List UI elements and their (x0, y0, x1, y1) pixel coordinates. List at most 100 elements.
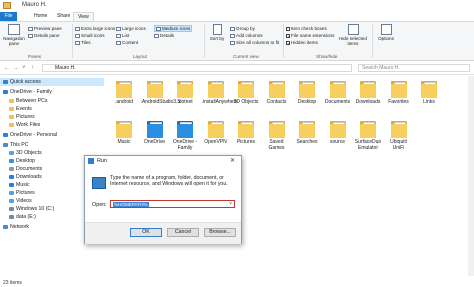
chevron-down-icon[interactable]: ˅ (229, 201, 232, 207)
folder-icon (116, 80, 132, 98)
navigation-pane-button[interactable]: Navigation pane (3, 24, 25, 46)
nav-item-label: Between PCs (16, 98, 48, 104)
folder-icon (9, 122, 14, 127)
run-dialog: Run ✕ Type the name of a program, folder… (84, 155, 242, 244)
file-item-label: Downloads (355, 99, 381, 105)
ok-button[interactable]: OK (130, 228, 162, 237)
address-bar[interactable]: Mauro H. (42, 64, 352, 72)
nav-item-label: Downloads (16, 174, 42, 180)
recent-locations-chevron-icon[interactable]: ˅ (22, 65, 26, 71)
file-item-label: SurfaceDuo Emulator (354, 139, 382, 151)
nav-item[interactable]: Between PCs (0, 97, 104, 105)
content-option[interactable]: Content (116, 40, 138, 45)
tab-file[interactable]: File (0, 12, 17, 21)
file-item[interactable]: Ubiquiti UniFi (385, 120, 413, 151)
add-columns-button[interactable]: Add columns (230, 33, 263, 38)
folder-icon (238, 120, 254, 138)
size-all-columns-button[interactable]: Size all columns to fit (230, 40, 279, 45)
nav-item[interactable]: Events (0, 105, 104, 113)
list-icon (116, 33, 121, 38)
file-item-label: OpenVPN (204, 139, 227, 145)
nav-item-label: This PC (10, 142, 29, 148)
file-item-label: Desktop (297, 99, 317, 105)
file-item[interactable]: 3D Objects (232, 80, 260, 106)
browse-button[interactable]: Browse... (204, 228, 236, 237)
nav-item[interactable]: Pictures (0, 113, 104, 121)
tab-share[interactable]: Share (53, 12, 74, 21)
cancel-button[interactable]: Cancel (167, 228, 199, 237)
extra-large-icons-icon (75, 26, 80, 31)
file-item[interactable]: SurfaceDuo Emulator (354, 120, 382, 151)
tiles-option[interactable]: Tiles (75, 40, 91, 45)
hide-selected-items-button[interactable]: Hide selected items (336, 24, 370, 46)
file-item[interactable]: OpenVPN (202, 120, 230, 146)
group-layout-label: Layout (133, 54, 147, 59)
content-icon (116, 40, 121, 45)
forward-arrow-icon[interactable]: → (13, 65, 19, 71)
file-item[interactable]: .AndroidStudio3.5 (141, 80, 180, 106)
file-item-label: Saved Games (268, 139, 285, 151)
item-check-boxes-toggle[interactable]: Item check boxes (286, 26, 327, 31)
search-input[interactable]: Search Mauro H. (358, 64, 470, 72)
sort-by-button[interactable]: Sort by (207, 24, 227, 41)
nav-item-label: Desktop (16, 158, 36, 164)
file-name-extensions-toggle[interactable]: ✓File name extensions (286, 33, 334, 38)
nav-item[interactable]: Quick access (0, 78, 104, 86)
folder-icon (329, 80, 346, 98)
small-icons-option[interactable]: Small icons (75, 33, 105, 38)
nav-item-label: OneDrive - Personal (10, 132, 57, 138)
file-item[interactable]: Favorites (385, 80, 413, 106)
up-arrow-icon[interactable]: ↑ (31, 65, 34, 71)
folder-icon (116, 120, 132, 138)
file-item[interactable]: Documents (324, 80, 352, 106)
file-item[interactable]: OneDrive (141, 120, 169, 146)
file-item[interactable]: Desktop (293, 80, 321, 106)
back-arrow-icon[interactable]: ← (4, 65, 10, 71)
nav-item-label: Work Files (16, 122, 41, 128)
nav-item[interactable]: Work Files (0, 121, 104, 129)
nav-item[interactable]: This PC (0, 141, 104, 149)
file-item[interactable]: Downloads (354, 80, 382, 106)
file-item[interactable]: Contacts (263, 80, 291, 106)
nav-item-label: Videos (16, 198, 32, 204)
preview-pane-icon (28, 26, 33, 31)
file-item[interactable]: OneDrive - Family (171, 120, 199, 151)
file-item[interactable]: Saved Games (263, 120, 291, 151)
address-bar-row: ← → ˅ ↑ Mauro H. Search Mauro H. (0, 63, 474, 75)
open-input[interactable]: %HOMEPATH% ˅ (110, 200, 235, 208)
close-icon[interactable]: ✕ (230, 157, 235, 164)
file-item[interactable]: Links (415, 80, 443, 106)
file-item[interactable]: Music (110, 120, 138, 146)
file-item[interactable]: Pictures (232, 120, 260, 146)
file-item[interactable]: source (324, 120, 352, 146)
medium-icons-option[interactable]: Medium icons (154, 25, 193, 32)
tab-view[interactable]: View (73, 12, 94, 21)
sort-icon (212, 24, 222, 35)
list-option[interactable]: List (116, 33, 129, 38)
extra-large-icons-option[interactable]: Extra large icons (75, 26, 115, 31)
file-item[interactable]: .android (110, 80, 138, 106)
nav-item[interactable]: OneDrive - Family (0, 88, 104, 96)
file-item-label: OneDrive - Family (172, 139, 198, 151)
group-by-button[interactable]: Group by (230, 26, 255, 31)
file-item[interactable]: .dotnet (171, 80, 199, 106)
details-pane-icon (28, 33, 33, 38)
tab-home[interactable]: Home (30, 12, 51, 21)
vertical-scrollbar[interactable] (468, 76, 474, 276)
hidden-items-toggle[interactable]: ✓Hidden items (286, 40, 318, 45)
file-item[interactable]: Searches (293, 120, 321, 146)
file-item[interactable]: .installAnywhere (202, 80, 238, 106)
details-option[interactable]: Details (154, 33, 174, 38)
run-program-icon (92, 177, 106, 189)
preview-pane-button[interactable]: Preview pane (28, 26, 62, 31)
large-icons-option[interactable]: Large icons (116, 26, 146, 31)
folder-icon (9, 182, 14, 187)
nav-item[interactable]: OneDrive - Personal (0, 131, 104, 139)
folder-icon (3, 224, 8, 229)
folder-icon (390, 80, 407, 98)
folder-icon (390, 120, 407, 138)
details-pane-button[interactable]: Details pane (28, 33, 60, 38)
file-item-label: 3D Objects (233, 99, 259, 105)
folder-icon (3, 79, 8, 84)
options-button[interactable]: Options (377, 24, 395, 41)
